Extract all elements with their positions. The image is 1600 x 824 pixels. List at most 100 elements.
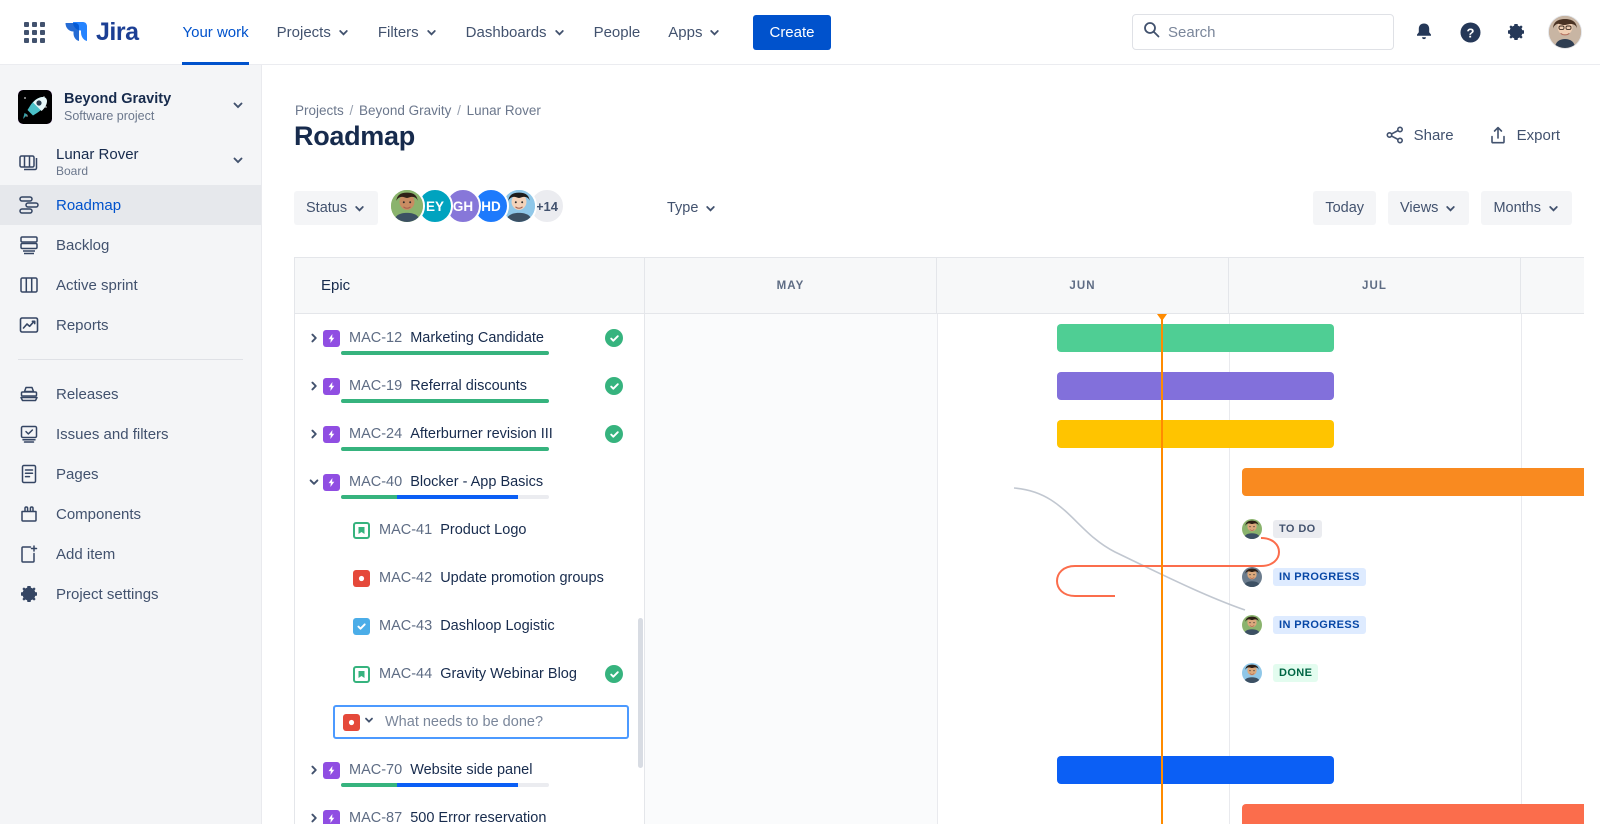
timeline-body[interactable]: TO DO IN PROGRESS IN PROGRESS DONE (645, 314, 1584, 824)
bug-icon[interactable] (343, 713, 360, 731)
nav-item-label: Your work (182, 23, 249, 41)
issue-summary[interactable]: Dashloop Logistic (440, 618, 554, 634)
issue-key[interactable]: MAC-44 (379, 666, 432, 682)
export-button[interactable]: Export (1488, 125, 1560, 145)
jira-logo[interactable]: Jira (64, 18, 139, 47)
issue-summary[interactable]: Blocker - App Basics (410, 474, 543, 490)
issue-summary[interactable]: Afterburner revision III (410, 426, 553, 442)
search-input[interactable] (1168, 23, 1383, 41)
nav-item-people[interactable]: People (580, 0, 655, 65)
breadcrumb-item[interactable]: Beyond Gravity (359, 103, 451, 118)
issue-row[interactable]: MAC-44 Gravity Webinar Blog (295, 650, 645, 698)
story-icon (353, 521, 370, 539)
sidebar-item-reports[interactable]: Reports (0, 305, 261, 345)
issue-row[interactable]: MAC-41 Product Logo (295, 506, 645, 554)
components-icon (18, 503, 48, 525)
type-filter-button[interactable]: Type (657, 191, 727, 225)
help-icon[interactable]: ? (1454, 16, 1486, 48)
chevron-down-icon[interactable] (363, 713, 375, 731)
chevron-down-icon[interactable] (231, 153, 245, 172)
issue-row[interactable]: MAC-43 Dashloop Logistic (295, 602, 645, 650)
timeline-bar[interactable] (1057, 324, 1334, 352)
today-button[interactable]: Today (1313, 191, 1377, 225)
share-button[interactable]: Share (1385, 125, 1454, 145)
assignee-avatar[interactable] (1242, 567, 1262, 587)
timeline-bar[interactable] (1057, 372, 1334, 400)
sidebar-item-roadmap[interactable]: Roadmap (0, 185, 261, 225)
issue-summary[interactable]: Referral discounts (410, 378, 527, 394)
timescale-button[interactable]: Months (1481, 191, 1572, 225)
nav-item-apps[interactable]: Apps (654, 0, 735, 65)
assignee-avatar-group[interactable]: EY GH HD +14 (389, 188, 565, 224)
sidebar-item-label: Reports (56, 316, 109, 334)
sidebar-item-backlog[interactable]: Backlog (0, 225, 261, 265)
chevron-right-icon[interactable] (305, 380, 323, 392)
notifications-icon[interactable] (1408, 16, 1440, 48)
epic-row[interactable]: MAC-24 Afterburner revision III (295, 410, 645, 458)
create-button[interactable]: Create (753, 14, 831, 50)
issue-key[interactable]: MAC-24 (349, 426, 402, 442)
timeline-bar[interactable] (1242, 804, 1584, 824)
issue-key[interactable]: MAC-43 (379, 618, 432, 634)
issue-summary[interactable]: Gravity Webinar Blog (440, 666, 577, 682)
issue-row[interactable]: MAC-42 Update promotion groups (295, 554, 645, 602)
assignee-avatar[interactable] (1242, 663, 1262, 683)
issue-summary[interactable]: 500 Error reservation (410, 810, 546, 824)
epic-row[interactable]: MAC-40 Blocker - App Basics (295, 458, 645, 506)
nav-item-projects[interactable]: Projects (263, 0, 364, 65)
sidebar-item-active-sprint[interactable]: Active sprint (0, 265, 261, 305)
sidebar-item-project-settings[interactable]: Project settings (0, 574, 261, 614)
sidebar-item-add-item[interactable]: Add item (0, 534, 261, 574)
timeline-bar[interactable] (1242, 468, 1584, 496)
chevron-right-icon[interactable] (305, 764, 323, 776)
issue-key[interactable]: MAC-87 (349, 810, 402, 824)
epic-row[interactable]: MAC-70 Website side panel (295, 746, 645, 794)
sidebar-item-components[interactable]: Components (0, 494, 261, 534)
timeline-bar[interactable] (1057, 756, 1334, 784)
nav-item-your-work[interactable]: Your work (168, 0, 262, 65)
breadcrumb-item[interactable]: Projects (295, 103, 344, 118)
timeline-child-status: DONE (1242, 663, 1319, 683)
breadcrumb-item[interactable]: Lunar Rover (467, 103, 541, 118)
chevron-right-icon[interactable] (305, 812, 323, 824)
settings-icon[interactable] (1500, 16, 1532, 48)
profile-avatar[interactable] (1548, 15, 1582, 49)
list-scrollbar[interactable] (638, 618, 643, 768)
assignee-avatar[interactable] (1242, 615, 1262, 635)
epic-row[interactable]: MAC-12 Marketing Candidate (295, 314, 645, 362)
issue-summary[interactable]: Website side panel (410, 762, 532, 778)
inline-create-field[interactable] (333, 705, 629, 739)
sidebar-item-pages[interactable]: Pages (0, 454, 261, 494)
issue-summary[interactable]: Update promotion groups (440, 570, 604, 586)
nav-item-filters[interactable]: Filters (364, 0, 452, 65)
timeline-bar[interactable] (1057, 420, 1334, 448)
issue-key[interactable]: MAC-12 (349, 330, 402, 346)
svg-text:?: ? (1466, 25, 1474, 40)
issue-summary[interactable]: Product Logo (440, 522, 526, 538)
issue-key[interactable]: MAC-70 (349, 762, 402, 778)
issue-key[interactable]: MAC-40 (349, 474, 402, 490)
assignee-avatar[interactable] (1242, 519, 1262, 539)
board-header[interactable]: Lunar Rover Board (0, 139, 261, 185)
sidebar-item-issues-and-filters[interactable]: Issues and filters (0, 414, 261, 454)
sidebar-item-releases[interactable]: Releases (0, 374, 261, 414)
issue-key[interactable]: MAC-41 (379, 522, 432, 538)
epic-row[interactable]: MAC-19 Referral discounts (295, 362, 645, 410)
issue-summary[interactable]: Marketing Candidate (410, 330, 544, 346)
issue-key[interactable]: MAC-42 (379, 570, 432, 586)
create-issue-input[interactable] (385, 714, 619, 730)
avatar[interactable] (389, 188, 425, 224)
project-header[interactable]: Beyond Gravity Software project (0, 81, 261, 133)
app-switcher-icon[interactable] (18, 16, 50, 48)
chevron-right-icon[interactable] (305, 428, 323, 440)
chevron-right-icon[interactable] (305, 332, 323, 344)
chevron-down-icon[interactable] (231, 98, 245, 117)
issue-key[interactable]: MAC-19 (349, 378, 402, 394)
epic-row[interactable]: MAC-87 500 Error reservation (295, 794, 645, 824)
search-box[interactable] (1132, 14, 1394, 50)
chevron-down-icon[interactable] (305, 476, 323, 488)
nav-item-dashboards[interactable]: Dashboards (452, 0, 580, 65)
today-label: Today (1325, 200, 1365, 216)
views-button[interactable]: Views (1388, 191, 1470, 225)
status-filter-button[interactable]: Status (294, 191, 379, 225)
